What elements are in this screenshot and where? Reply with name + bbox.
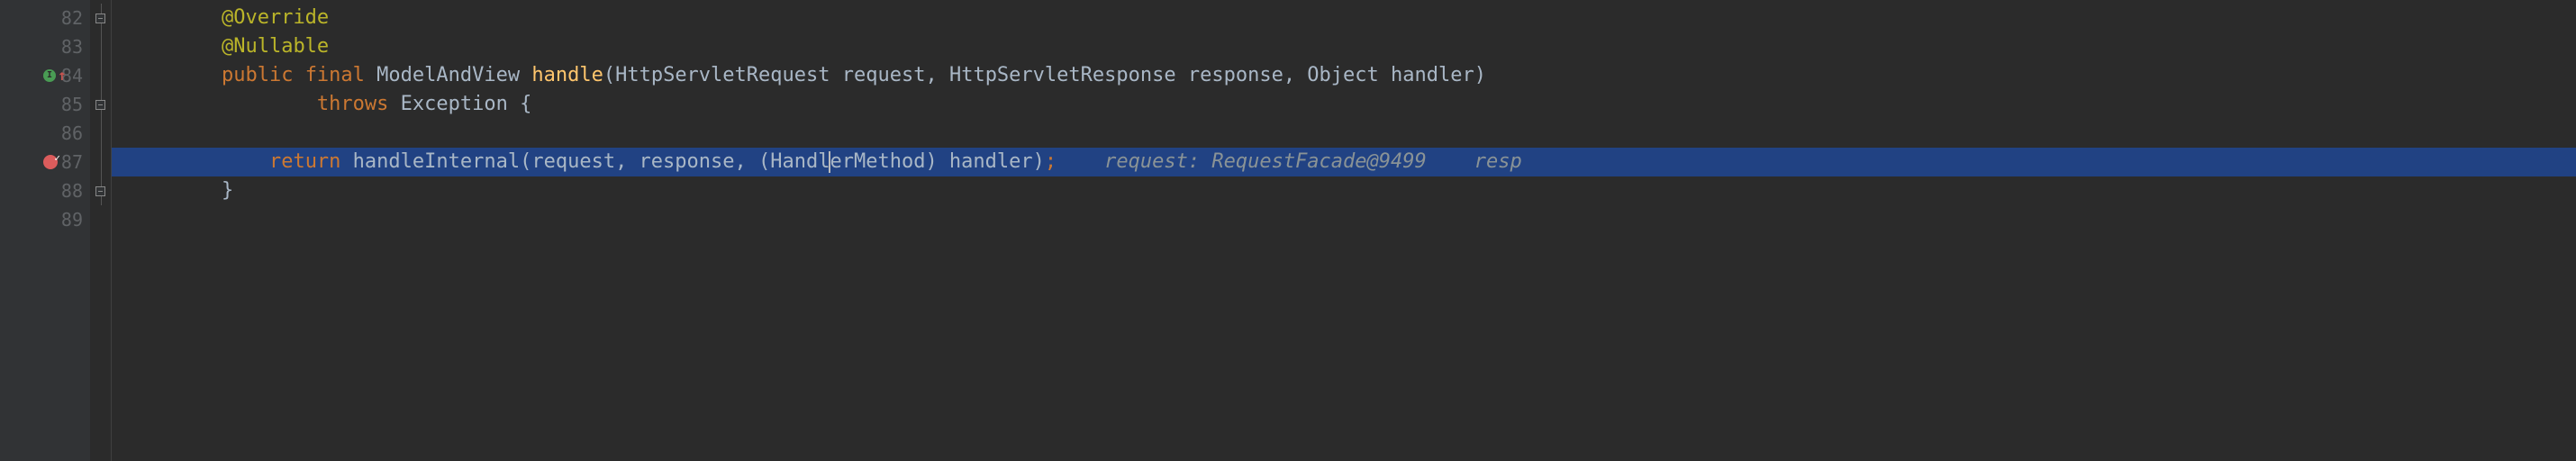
- code-line[interactable]: [112, 205, 2576, 234]
- gutter-row[interactable]: 86: [0, 119, 90, 148]
- type-token: ModelAndView: [376, 61, 531, 90]
- line-number: 87: [61, 149, 83, 176]
- gutter-row[interactable]: ✓ 87: [0, 148, 90, 176]
- gutter-row[interactable]: 83: [0, 32, 90, 61]
- fold-gutter: [90, 0, 112, 461]
- keyword-token: final: [305, 61, 376, 90]
- indent: [126, 90, 317, 119]
- fold-toggle-icon[interactable]: [95, 100, 105, 110]
- indent: [126, 32, 222, 61]
- brace-token: {: [520, 90, 531, 119]
- fold-cell: [90, 61, 111, 90]
- spacer: [1057, 148, 1104, 176]
- gutter-row[interactable]: 89: [0, 205, 90, 234]
- code-line[interactable]: @Nullable: [112, 32, 2576, 61]
- gutter-row[interactable]: 85: [0, 90, 90, 119]
- code-line[interactable]: }: [112, 176, 2576, 205]
- breakpoint-icon[interactable]: ✓: [43, 155, 58, 169]
- indent: [126, 148, 269, 176]
- fold-cell[interactable]: [90, 90, 111, 119]
- override-indicator-icon[interactable]: ↑: [43, 65, 67, 86]
- code-token: erMethod) handler): [830, 148, 1044, 176]
- fold-cell: [90, 205, 111, 234]
- code-token: handleInternal(request, response, (Handl: [353, 148, 830, 176]
- indent: [126, 176, 222, 205]
- debug-inline-hint: resp: [1474, 148, 1522, 176]
- annotation-token: @Nullable: [222, 32, 329, 61]
- code-line[interactable]: [112, 119, 2576, 148]
- line-number: 88: [61, 178, 83, 204]
- fold-cell[interactable]: [90, 176, 111, 205]
- params-token: (HttpServletRequest request, HttpServlet…: [603, 61, 1486, 90]
- gutter-row[interactable]: ↑ 84: [0, 61, 90, 90]
- keyword-token: return: [269, 148, 353, 176]
- indent: [126, 61, 222, 90]
- code-editor: 82 83 ↑ 84 85 86 ✓ 87 88 89: [0, 0, 2576, 461]
- method-name-token: handle: [531, 61, 603, 90]
- line-number-gutter: 82 83 ↑ 84 85 86 ✓ 87 88 89: [0, 0, 90, 461]
- code-line[interactable]: public final ModelAndView handle(HttpSer…: [112, 61, 2576, 90]
- line-number: 82: [61, 5, 83, 32]
- line-number: 86: [61, 121, 83, 147]
- line-number: 89: [61, 207, 83, 233]
- code-text-area[interactable]: @Override @Nullable public final ModelAn…: [112, 0, 2576, 461]
- gutter-row[interactable]: 82: [0, 4, 90, 32]
- code-line[interactable]: @Override: [112, 4, 2576, 32]
- annotation-token: @Override: [222, 4, 329, 32]
- fold-toggle-icon[interactable]: [95, 186, 105, 196]
- brace-token: }: [222, 176, 233, 205]
- keyword-token: throws: [317, 90, 401, 119]
- indent: [126, 4, 222, 32]
- code-line-current[interactable]: return handleInternal(request, response,…: [112, 148, 2576, 176]
- semicolon-token: ;: [1045, 148, 1057, 176]
- line-number: 83: [61, 34, 83, 60]
- fold-cell[interactable]: [90, 4, 111, 32]
- code-line[interactable]: throws Exception {: [112, 90, 2576, 119]
- debug-inline-hint: request: RequestFacade@9499: [1104, 148, 1427, 176]
- line-number: 85: [61, 92, 83, 118]
- type-token: Exception: [401, 90, 520, 119]
- fold-cell: [90, 148, 111, 176]
- keyword-token: public: [222, 61, 305, 90]
- fold-toggle-icon[interactable]: [95, 14, 105, 23]
- fold-cell: [90, 32, 111, 61]
- fold-cell: [90, 119, 111, 148]
- spacer: [1427, 148, 1474, 176]
- gutter-row[interactable]: 88: [0, 176, 90, 205]
